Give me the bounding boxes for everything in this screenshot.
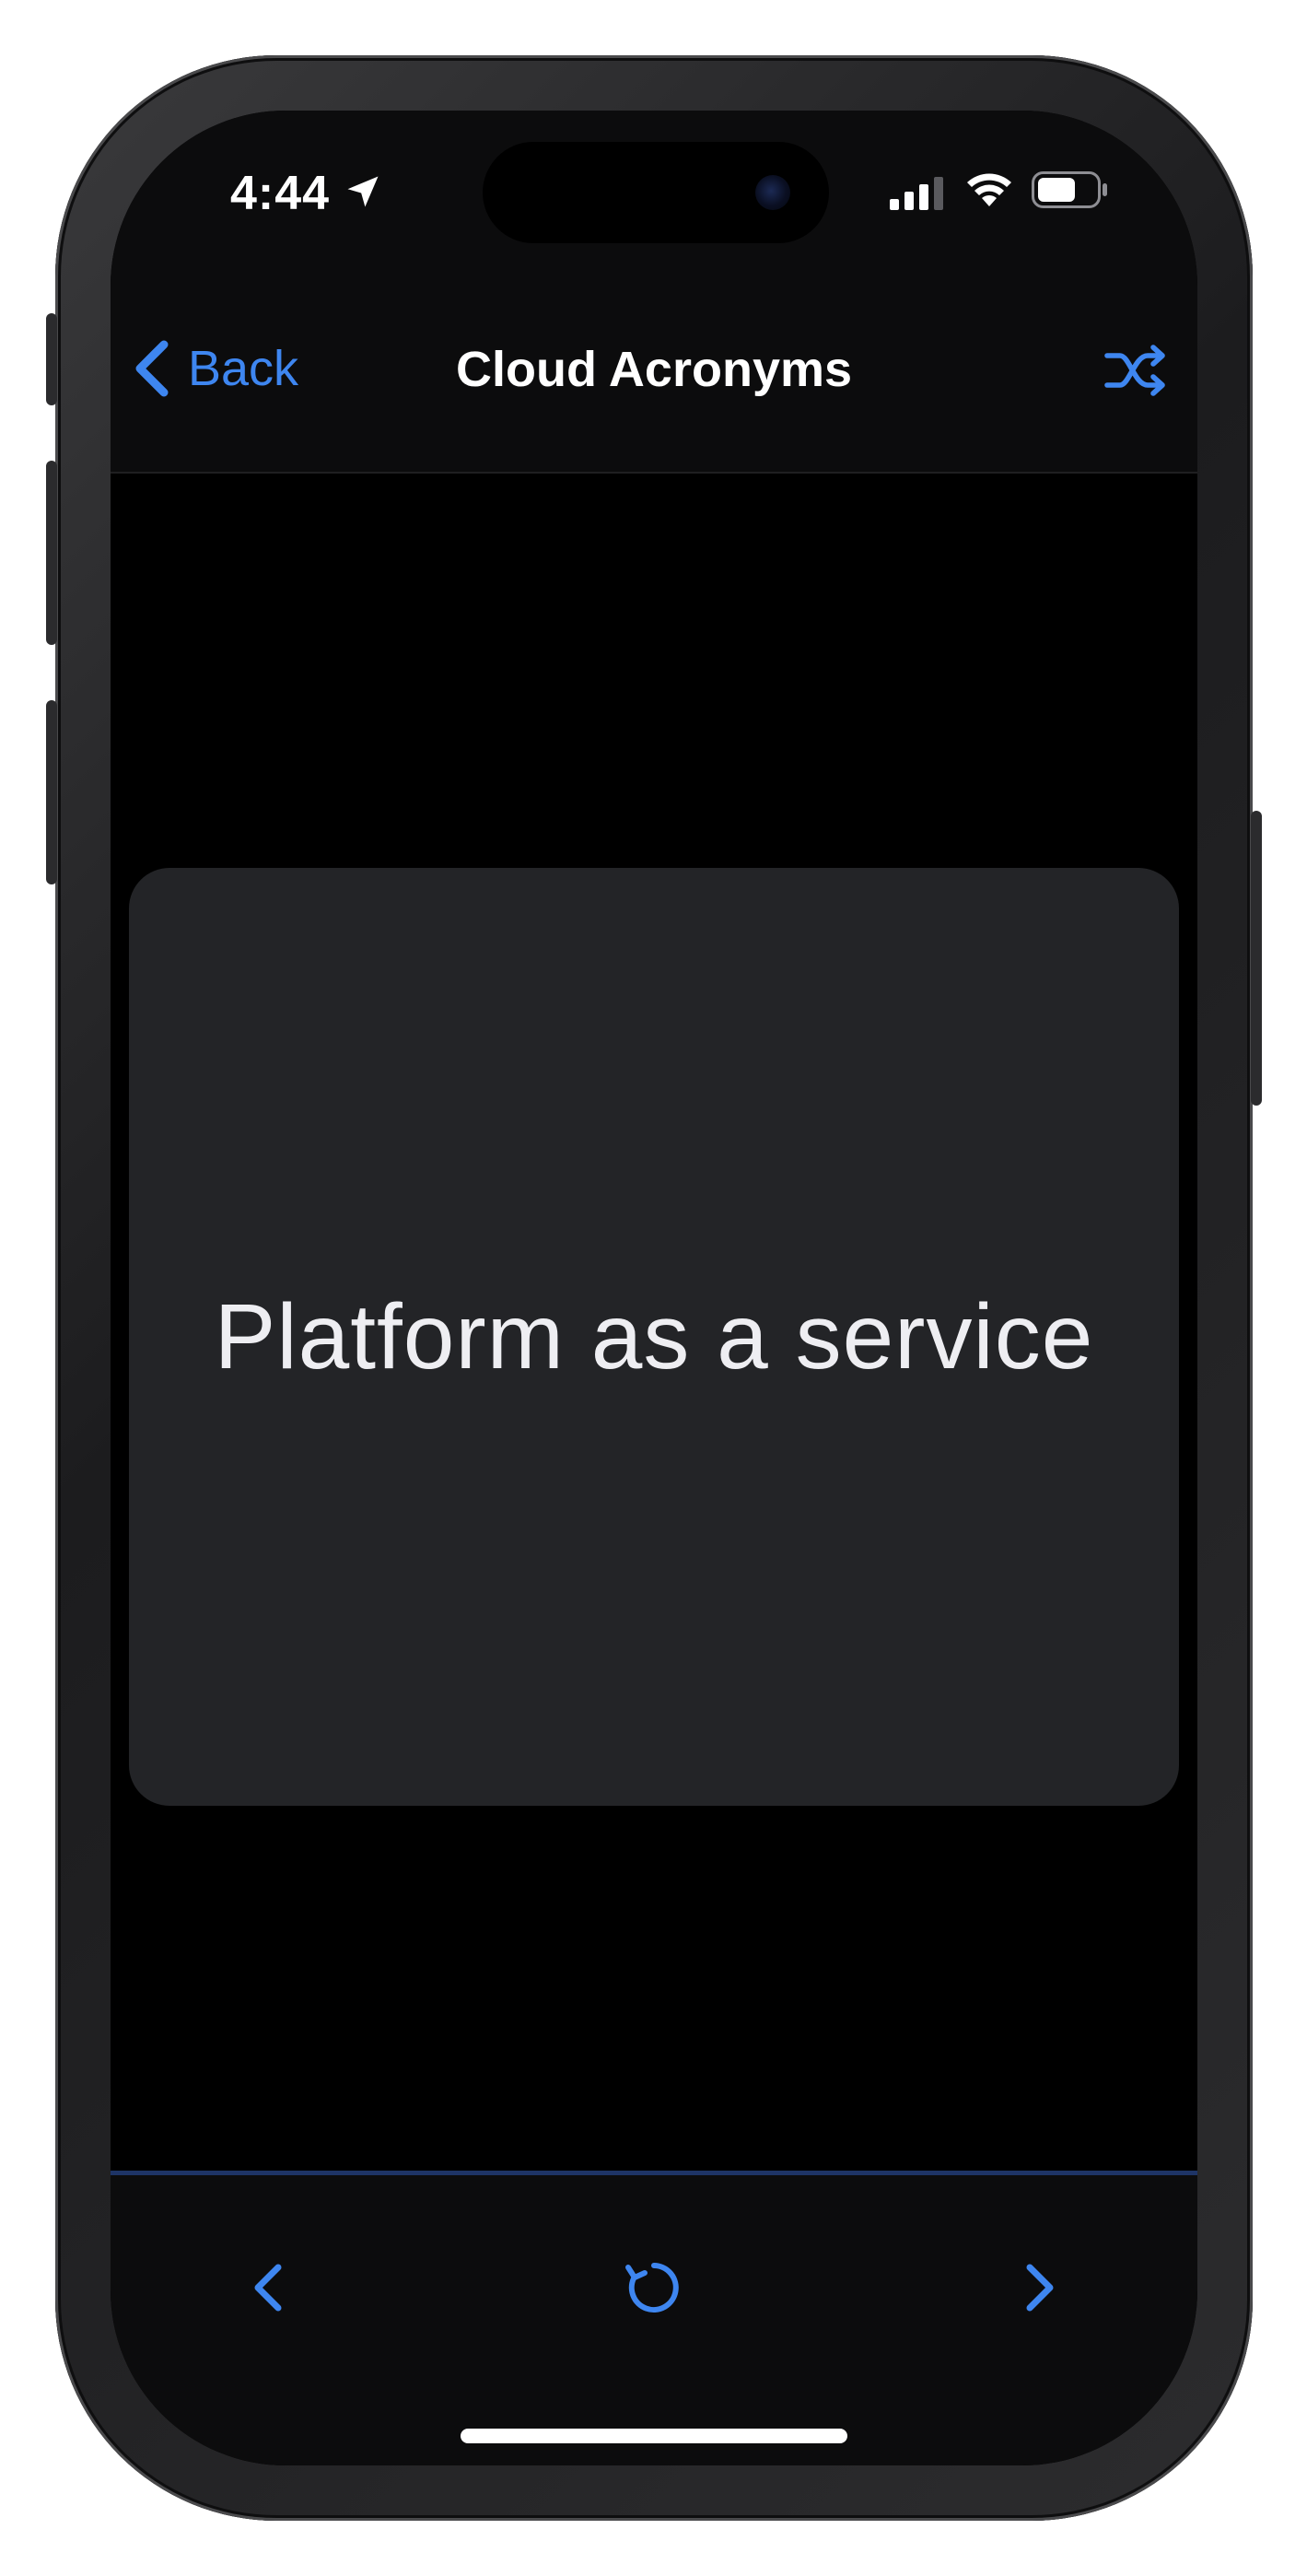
wifi-icon bbox=[967, 173, 1011, 206]
bottom-toolbar bbox=[111, 2175, 1197, 2465]
location-arrow-icon bbox=[347, 176, 379, 207]
chevron-left-icon bbox=[135, 340, 169, 397]
next-card-button[interactable] bbox=[1000, 2251, 1074, 2324]
navigation-bar: Back Cloud Acronyms bbox=[111, 276, 1197, 474]
camera-icon bbox=[755, 175, 790, 210]
power-button bbox=[1251, 811, 1262, 1106]
battery-icon bbox=[1032, 171, 1107, 208]
previous-card-button[interactable] bbox=[234, 2251, 308, 2324]
volume-down-button bbox=[46, 700, 57, 884]
cellular-signal-icon bbox=[890, 177, 943, 210]
status-time: 4:44 bbox=[230, 167, 331, 220]
back-button[interactable]: Back bbox=[131, 332, 298, 405]
back-button-label: Back bbox=[188, 341, 299, 396]
volume-up-button bbox=[46, 461, 57, 645]
status-bar: 4:44 bbox=[111, 111, 1197, 276]
shuffle-icon[interactable] bbox=[1103, 343, 1168, 398]
home-indicator[interactable] bbox=[461, 2429, 847, 2443]
action-button bbox=[46, 313, 57, 405]
page-title: Cloud Acronyms bbox=[455, 342, 853, 397]
flip-rotate-icon[interactable] bbox=[617, 2251, 691, 2324]
flashcard-text: Platform as a service bbox=[214, 1284, 1094, 1388]
app-screen: 4:44 Back Cloud Acronyms Platform as a s… bbox=[111, 111, 1197, 2465]
dynamic-island bbox=[483, 142, 829, 243]
flashcard[interactable]: Platform as a service bbox=[129, 868, 1179, 1806]
